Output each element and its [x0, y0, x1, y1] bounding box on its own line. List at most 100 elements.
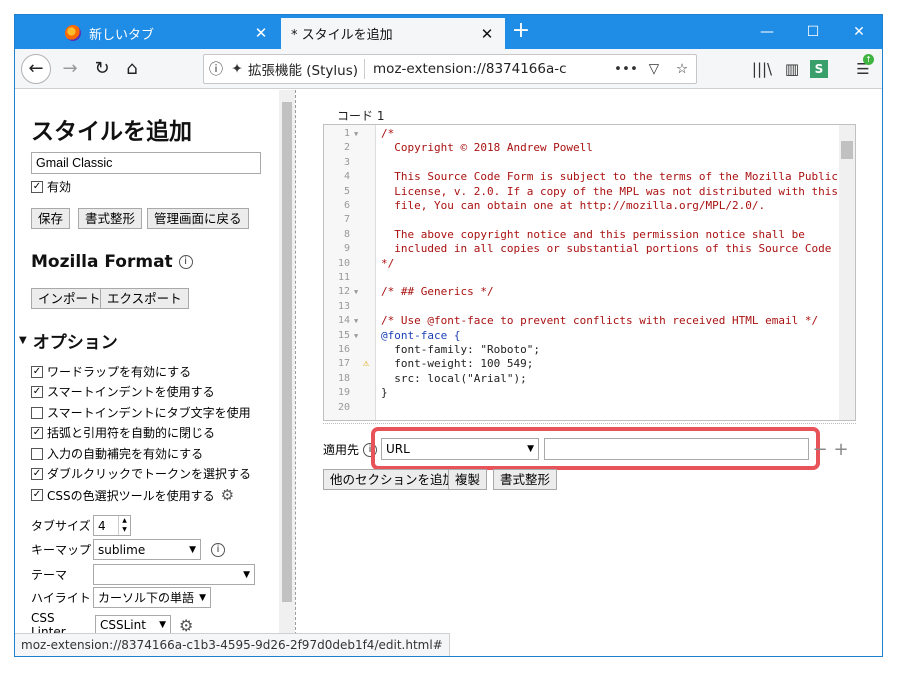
checkbox-box[interactable] [31, 447, 43, 460]
option-label: スマートインデントを使用する [47, 385, 215, 399]
checkbox-box[interactable]: ✓ [31, 385, 43, 398]
fold-marker-icon[interactable]: ▼ [354, 127, 358, 141]
code-editor[interactable]: 1 ▼/* 2 Copyright © 2018 Andrew Powell 3 4 T… [323, 124, 856, 421]
option-smart-indent[interactable]: ✓ スマートインデントを使用する [31, 383, 215, 400]
code-line[interactable]: 6 file, You can obtain one at http://moz… [324, 199, 834, 213]
checkbox-box[interactable] [31, 406, 43, 419]
collapse-triangle-icon[interactable]: ▼ [19, 335, 27, 346]
checkbox-box[interactable]: ✓ [31, 489, 43, 501]
line-number: 3 [343, 156, 350, 168]
info-icon[interactable]: ⓘ [204, 59, 228, 79]
code-line[interactable]: 13 [324, 300, 834, 314]
maximize-icon[interactable]: ☐ [790, 15, 836, 49]
tab-size-stepper[interactable]: 4 ▲ ▼ [93, 515, 131, 536]
options-heading[interactable]: ▼ オプション [19, 328, 118, 353]
code-line[interactable]: 2 Copyright © 2018 Andrew Powell [324, 141, 834, 155]
bookmark-star-icon[interactable]: ☆ [668, 61, 696, 77]
linter-select[interactable]: CSSLint ▼ [95, 614, 171, 635]
info-icon[interactable]: i [211, 542, 225, 557]
home-icon[interactable]: ⌂ [117, 54, 147, 84]
chevron-down-icon: ▼ [159, 620, 166, 630]
applies-value-input[interactable] [544, 438, 809, 460]
applies-type-select[interactable]: URL ▼ [381, 438, 539, 460]
spinner-arrows-icon[interactable]: ▲ ▼ [118, 516, 130, 535]
code-line[interactable]: 16 font-family: "Roboto"; [324, 343, 834, 357]
keymap-label: キーマップ [31, 543, 92, 557]
option-autocomplete[interactable]: 入力の自動補完を有効にする [31, 445, 203, 462]
minimize-icon[interactable]: — [744, 15, 790, 49]
fold-marker-icon[interactable]: ▼ [354, 285, 358, 299]
sidebar-icon[interactable]: ▥ [780, 57, 804, 81]
enabled-checkbox[interactable]: ✓ 有効 [31, 178, 71, 195]
fold-marker-icon[interactable]: ▼ [354, 329, 358, 343]
page-actions-icon[interactable]: ••• [612, 61, 640, 77]
style-name-input[interactable] [31, 152, 261, 174]
back-to-manage-button[interactable]: 管理画面に戻る [147, 208, 249, 229]
keymap-select[interactable]: sublime ▼ [93, 539, 201, 560]
gear-icon[interactable]: ⚙ [221, 486, 234, 504]
window-close-icon[interactable]: ✕ [836, 15, 882, 49]
code-line[interactable]: 19} [324, 386, 834, 400]
option-select-by-token[interactable]: ✓ ダブルクリックでトークンを選択する [31, 465, 251, 482]
option-label: 入力の自動補完を有効にする [47, 447, 204, 461]
library-icon[interactable]: |||\ [750, 57, 774, 81]
remove-applies-icon[interactable]: − [811, 439, 829, 460]
option-word-wrap[interactable]: ✓ ワードラップを有効にする [31, 363, 191, 380]
code-line[interactable]: 9 included in all copies or substantial … [324, 242, 855, 256]
code-line[interactable]: 18 src: local("Arial"); [324, 372, 834, 386]
code-line[interactable]: 20 [324, 401, 834, 415]
fold-marker-icon[interactable]: ▼ [354, 314, 358, 328]
url-text[interactable]: moz-extension://8374166a-c [373, 61, 612, 77]
add-section-button[interactable]: 他のセクションを追加 [323, 469, 463, 490]
option-indent-with-tabs[interactable]: スマートインデントにタブ文字を使用 [31, 404, 251, 421]
highlight-label: ハイライト [31, 591, 91, 605]
new-tab-plus-icon[interactable]: + [509, 20, 533, 44]
checkbox-box[interactable]: ✓ [31, 365, 43, 378]
code-line[interactable]: 10 */ [324, 257, 834, 271]
editor-scrollbar[interactable] [839, 125, 855, 420]
clone-button[interactable]: 複製 [448, 469, 488, 490]
info-icon[interactable]: i [178, 255, 193, 269]
scrollbar-thumb[interactable] [841, 141, 853, 159]
save-button[interactable]: 保存 [31, 208, 71, 229]
code-line[interactable]: 12 ▼ /* ## Generics */ [324, 285, 834, 299]
option-color-picker[interactable]: ✓ CSSの色選択ツールを使用する ⚙ [31, 486, 234, 504]
code-line[interactable]: 17 ⚠ font-weight: 100 549; [324, 357, 834, 371]
warning-icon[interactable]: ⚠ [363, 357, 369, 371]
option-auto-close-brackets[interactable]: ✓ 括弧と引用符を自動的に閉じる [31, 424, 215, 441]
panel-splitter[interactable] [295, 90, 296, 635]
reload-icon[interactable]: ↻ [87, 54, 117, 84]
beautify-section-button[interactable]: 書式整形 [493, 469, 558, 490]
forward-arrow-icon[interactable]: → [55, 54, 85, 84]
gear-icon[interactable]: ⚙ [179, 616, 193, 635]
close-icon[interactable]: ✕ [253, 24, 269, 42]
code-line[interactable]: 14 ▼ /* Use @font-face to prevent conflict… [324, 314, 834, 328]
close-icon[interactable]: ✕ [479, 25, 495, 43]
add-applies-icon[interactable]: + [832, 439, 850, 460]
code-line[interactable]: 5 License, v. 2.0. If a copy of the MPL … [324, 185, 838, 199]
pocket-icon[interactable]: ▽ [640, 61, 668, 77]
code-line[interactable]: 7 [324, 213, 834, 227]
stylus-icon[interactable]: S [810, 60, 828, 78]
code-line[interactable]: 15 ▼ @font-face { [324, 329, 834, 343]
theme-select[interactable]: ▼ [93, 564, 255, 585]
checkbox-box[interactable]: ✓ [31, 467, 43, 480]
back-arrow-icon[interactable]: ← [21, 54, 51, 84]
code-line[interactable]: 8 The above copyright notice and this pe… [324, 228, 834, 242]
checkbox-box[interactable]: ✓ [31, 180, 43, 193]
export-button[interactable]: エクスポート [100, 288, 189, 309]
code-line[interactable]: 1 ▼ /* [324, 127, 834, 141]
left-panel-scrollbar[interactable] [279, 90, 295, 635]
code-line[interactable]: 4 This Source Code Form is subject to th… [324, 170, 838, 184]
scrollbar-thumb[interactable] [282, 102, 292, 602]
code-line[interactable]: 3 [324, 156, 834, 170]
tab-add-style[interactable]: * スタイルを追加 ✕ [281, 18, 505, 49]
import-button[interactable]: インポート [31, 288, 108, 309]
line-number: 20 [337, 401, 350, 413]
beautify-button[interactable]: 書式整形 [78, 208, 143, 229]
highlight-select[interactable]: カーソル下の単語 ▼ [93, 587, 211, 608]
tab-new-tab[interactable]: 新しいタブ ✕ [55, 17, 279, 49]
url-bar[interactable]: ⓘ ✦ 拡張機能 (Stylus) moz-extension://837416… [203, 54, 697, 84]
checkbox-box[interactable]: ✓ [31, 426, 43, 439]
code-line[interactable]: 11 [324, 271, 834, 285]
